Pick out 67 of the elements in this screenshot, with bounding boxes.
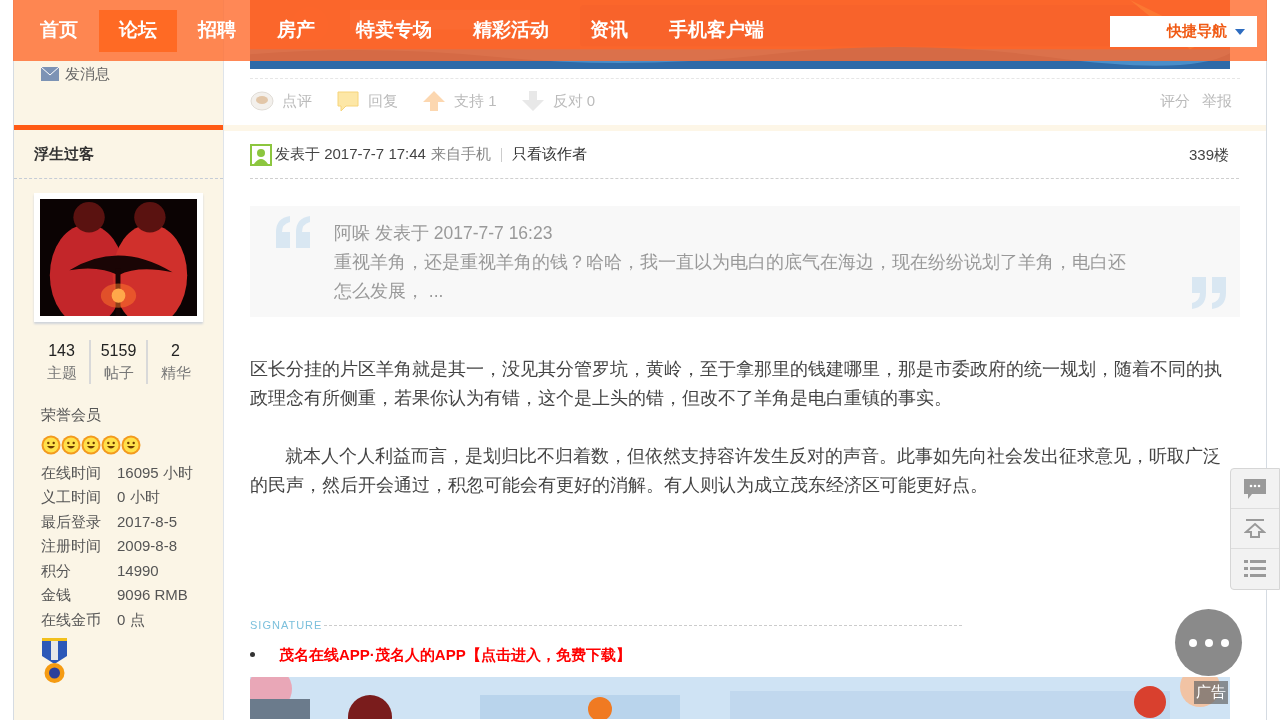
- detail-label: 金钱: [41, 585, 72, 605]
- more-icon: [1188, 638, 1229, 647]
- author-only-link[interactable]: 只看该作者: [511, 143, 587, 166]
- detail-value: 14990: [117, 560, 159, 581]
- quick-nav-button[interactable]: 快捷导航: [1110, 16, 1257, 47]
- signature-label: SIGNATURE: [250, 618, 323, 633]
- smiley-icon: [121, 434, 141, 455]
- up-action[interactable]: 支持 1: [422, 89, 497, 113]
- stat-value[interactable]: 2: [171, 340, 180, 362]
- quote-text: 重视羊角，还是重视羊角的钱？哈哈，我一直以为电白的底气在海边，现在纷纷说划了羊角，电白还怎么发展， ...: [334, 251, 1127, 303]
- quote-header: 阿哚 发表于 2017-7-7 16:23: [334, 222, 554, 245]
- post-source: 来自手机: [430, 144, 491, 165]
- speech-bubble-icon: [1243, 477, 1267, 500]
- back-to-top-icon: [1244, 518, 1266, 539]
- user-icon: [250, 143, 272, 166]
- detail-value: 0 小时: [117, 487, 160, 507]
- nav-tab[interactable]: 手机客户端: [649, 9, 784, 52]
- comment-action[interactable]: 点评: [250, 89, 312, 113]
- smiley-icon: [41, 434, 61, 455]
- signature-link[interactable]: 茂名在线APP·茂名人的APP【点击进入，免费下载】: [279, 643, 631, 666]
- reply-action[interactable]: 回复: [336, 89, 398, 113]
- nav-tab[interactable]: 资讯: [570, 9, 648, 52]
- detail-value: 9096 RMB: [117, 585, 188, 605]
- detail-label: 最后登录: [41, 511, 102, 532]
- post-date: 发表于 2017-7-7 17:44: [275, 144, 426, 165]
- envelope-icon: [41, 67, 59, 82]
- stat-label: 帖子: [103, 363, 134, 383]
- post-action-link[interactable]: 评分: [1160, 89, 1190, 113]
- smiley-icon: [61, 434, 81, 455]
- detail-value: 2017-8-5: [117, 511, 178, 532]
- medal-icon: [41, 638, 69, 684]
- down-action[interactable]: 反对 0: [520, 89, 596, 113]
- author-name[interactable]: 浮生过客: [34, 143, 94, 166]
- detail-value: 2009-8-8: [117, 536, 178, 556]
- post-paragraph: 区长分挂的片区羊角就是其一，没见其分管罗坑，黄岭，至于拿那里的钱建哪里，那是市委政府的统一规划，随着不同的执政理念有所侧重，若果你认为有错，这个是上头的错，但改不了羊角是电白重镇的事实。: [250, 358, 1223, 410]
- nav-tab[interactable]: 特卖专场: [336, 9, 452, 52]
- speech-bubble-icon: [336, 90, 360, 112]
- detail-value: 0 点: [117, 609, 145, 630]
- caret-icon: [1235, 28, 1245, 35]
- list-icon: [1244, 560, 1266, 578]
- cup-icon: [250, 90, 274, 112]
- detail-label: 在线金币: [41, 609, 102, 630]
- post-paragraph: 就本人个人利益而言，是划归比不归着数，但依然支持容许发生反对的声音。此事如先向社会发出征求意见，听取广泛的民声，然后开会通过，积忽可能会有更好的消解。有人则认为成立茂东经济区可能更好点。: [250, 445, 1222, 497]
- stat-label: 精华: [160, 363, 191, 383]
- smiley-icon: [101, 434, 121, 455]
- stat-value[interactable]: 143: [48, 340, 75, 362]
- close-quote-icon: [1190, 277, 1226, 309]
- detail-label: 积分: [41, 560, 72, 581]
- nav-tab[interactable]: 招聘: [178, 9, 256, 52]
- floor-number: 339楼: [1188, 145, 1229, 165]
- stat-label: 主题: [46, 363, 77, 383]
- rank-title: 荣誉会员: [41, 405, 102, 425]
- arrow-up-icon: [422, 90, 446, 112]
- detail-label: 在线时间: [41, 462, 102, 483]
- open-quote-icon: [276, 216, 312, 248]
- detail-value: 16095 小时: [117, 462, 193, 483]
- nav-tab[interactable]: 房产: [257, 9, 335, 52]
- ad-label: 广告: [1194, 681, 1228, 704]
- nav-tab[interactable]: 论坛: [99, 9, 177, 52]
- nav-tab[interactable]: 首页: [20, 9, 98, 52]
- post-action-link[interactable]: 举报: [1202, 89, 1232, 113]
- nav-tab[interactable]: 精彩活动: [453, 9, 569, 52]
- detail-label: 义工时间: [41, 487, 102, 507]
- detail-label: 注册时间: [41, 536, 102, 556]
- send-message-link[interactable]: 发消息: [41, 63, 110, 86]
- stat-value[interactable]: 5159: [100, 340, 137, 362]
- smiley-icon: [81, 434, 101, 455]
